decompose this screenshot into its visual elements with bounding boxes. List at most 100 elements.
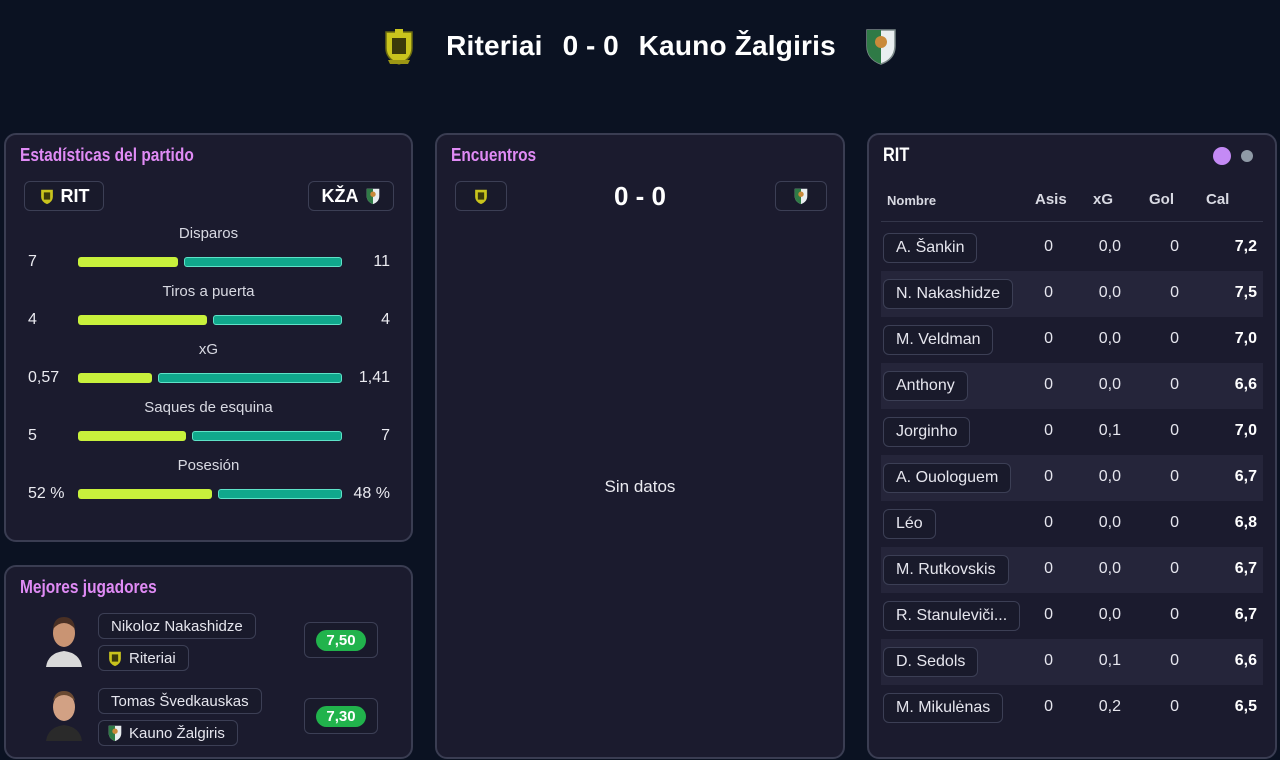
player-stats-table-panel: RIT Nombre Asis xG Gol Cal A. Šankin 0 0,0… [867, 133, 1277, 759]
goals-cell: 0 [1170, 652, 1179, 669]
assists-cell: 0 [1044, 422, 1053, 439]
goals-cell: 0 [1170, 376, 1179, 393]
xg-cell: 0,0 [1098, 514, 1121, 531]
xg-cell: 0,1 [1098, 652, 1121, 669]
away-team-name: Kauno Žalgiris [638, 30, 836, 61]
stat-away-bar [184, 257, 342, 267]
goals-cell: 0 [1170, 238, 1179, 255]
team-name: Kauno Žalgiris [129, 724, 225, 742]
xg-cell: 0,1 [1098, 422, 1121, 439]
xg-cell: 0,2 [1098, 698, 1121, 715]
goals-cell: 0 [1170, 422, 1179, 439]
kauno-zalgiris-crest-icon [365, 187, 381, 205]
stat-label: Tiros a puerta [162, 283, 255, 300]
table-row[interactable]: D. Sedols 0 0,1 0 6,6 [881, 639, 1263, 685]
best-player-team[interactable]: Riteriai [98, 645, 189, 671]
player-name-chip[interactable]: Léo [883, 509, 936, 539]
stat-away-bar [213, 315, 342, 325]
table-row[interactable]: R. Stanuleviči... 0 0,0 0 6,7 [881, 593, 1263, 639]
goals-cell: 0 [1170, 330, 1179, 347]
column-header-assists[interactable]: Asis [1035, 191, 1067, 208]
stat-home-bar [78, 315, 207, 325]
match-stats-panel: Estadísticas del partido RIT KŽA Disparo… [4, 133, 413, 542]
table-row[interactable]: N. Nakashidze 0 0,0 0 7,5 [881, 271, 1263, 317]
xg-cell: 0,0 [1098, 284, 1121, 301]
player-name-chip[interactable]: D. Sedols [883, 647, 979, 677]
team-toggle-dot-away[interactable] [1241, 150, 1253, 162]
player-name-chip[interactable]: R. Stanuleviči... [883, 601, 1021, 631]
player-name-chip[interactable]: Jorginho [883, 417, 971, 447]
stat-home-bar [78, 431, 186, 441]
player-name-chip[interactable]: M. Mikulėnas [883, 693, 1004, 723]
home-team-chip[interactable]: RIT [24, 181, 104, 211]
best-player-team[interactable]: Kauno Žalgiris [98, 720, 238, 746]
team-name: Riteriai [129, 649, 176, 667]
xg-cell: 0,0 [1098, 606, 1121, 623]
player-name-chip[interactable]: M. Veldman [883, 325, 994, 355]
rating-cell: 6,7 [1234, 560, 1257, 577]
away-team-chip[interactable]: KŽA [308, 181, 394, 211]
encounters-title: Encuentros [451, 145, 537, 165]
rating-cell: 6,5 [1234, 698, 1257, 715]
player-name-chip[interactable]: N. Nakashidze [883, 279, 1014, 309]
table-row[interactable]: A. Ouologuem 0 0,0 0 6,7 [881, 455, 1263, 501]
rating-cell: 7,5 [1234, 284, 1257, 301]
table-row[interactable]: A. Šankin 0 0,0 0 7,2 [881, 225, 1263, 271]
assists-cell: 0 [1044, 468, 1053, 485]
assists-cell: 0 [1044, 284, 1053, 301]
rating-cell: 6,8 [1234, 514, 1257, 531]
column-header-xg[interactable]: xG [1093, 191, 1113, 208]
assists-cell: 0 [1044, 560, 1053, 577]
away-team-abbr: KŽA [321, 185, 359, 206]
column-header-rating[interactable]: Cal [1206, 191, 1229, 208]
table-row[interactable]: Jorginho 0 0,1 0 7,0 [881, 409, 1263, 455]
xg-cell: 0,0 [1098, 330, 1121, 347]
table-team-title: RIT [883, 145, 910, 166]
best-players-title: Mejores jugadores [20, 577, 157, 597]
rating-box: 7,30 [304, 698, 378, 734]
table-row[interactable]: M. Mikulėnas 0 0,2 0 6,5 [881, 685, 1263, 731]
xg-cell: 0,0 [1098, 376, 1121, 393]
player-name-chip[interactable]: M. Rutkovskis [883, 555, 1009, 585]
stats-panel-title: Estadísticas del partido [20, 145, 194, 165]
xg-cell: 0,0 [1098, 468, 1121, 485]
table-row[interactable]: Léo 0 0,0 0 6,8 [881, 501, 1263, 547]
team-toggle-dot-home[interactable] [1213, 147, 1231, 165]
stat-label: Posesión [177, 457, 240, 474]
stat-away-bar [218, 489, 342, 499]
stat-home-bar [78, 257, 178, 267]
column-header-goals[interactable]: Gol [1149, 191, 1174, 208]
stat-home-bar [78, 373, 152, 383]
assists-cell: 0 [1044, 330, 1053, 347]
home-team-abbr: RIT [60, 185, 90, 206]
kauno-zalgiris-crest-icon [793, 187, 809, 205]
player-name-chip[interactable]: Anthony [883, 371, 968, 401]
assists-cell: 0 [1044, 238, 1053, 255]
header-divider [881, 221, 1263, 222]
assists-cell: 0 [1044, 606, 1053, 623]
away-team-chip[interactable] [775, 181, 827, 211]
player-name-chip[interactable]: A. Ouologuem [883, 463, 1012, 493]
no-data-message: Sin datos [604, 477, 676, 496]
table-row[interactable]: M. Rutkovskis 0 0,0 0 6,7 [881, 547, 1263, 593]
match-score: 0 - 0 [562, 30, 619, 61]
player-name-chip[interactable]: A. Šankin [883, 233, 978, 263]
goals-cell: 0 [1170, 468, 1179, 485]
rating-box: 7,50 [304, 622, 378, 658]
riteriai-crest-icon [382, 26, 416, 66]
goals-cell: 0 [1170, 284, 1179, 301]
column-header-name[interactable]: Nombre [887, 193, 936, 208]
kauno-zalgiris-crest-icon [107, 724, 123, 742]
encounters-panel: Encuentros 0 - 0 Sin datos [435, 133, 845, 759]
assists-cell: 0 [1044, 652, 1053, 669]
best-player-name[interactable]: Tomas Švedkauskas [98, 688, 262, 714]
player-avatar [42, 611, 86, 667]
stat-home-bar [78, 489, 212, 499]
best-player-name[interactable]: Nikoloz Nakashidze [98, 613, 256, 639]
assists-cell: 0 [1044, 514, 1053, 531]
stat-away-bar [192, 431, 342, 441]
table-row[interactable]: Anthony 0 0,0 0 6,6 [881, 363, 1263, 409]
stat-away-bar [158, 373, 342, 383]
table-row[interactable]: M. Veldman 0 0,0 0 7,0 [881, 317, 1263, 363]
assists-cell: 0 [1044, 376, 1053, 393]
